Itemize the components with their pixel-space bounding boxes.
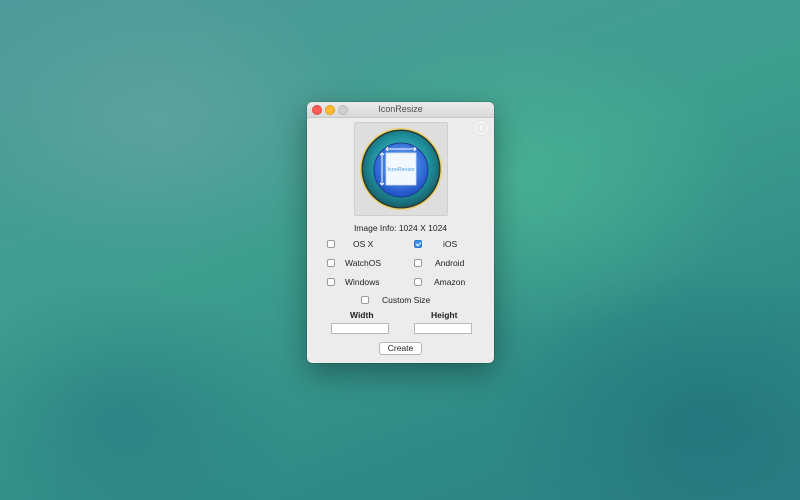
app-icon-preview: IconResize [360,128,442,210]
custom-size-label: Custom Size [382,295,431,305]
image-info-label: Image Info: 1024 X 1024 [353,223,448,233]
ios-checkbox-box[interactable] [414,240,422,248]
platform-osx-label: OS X [353,239,374,249]
platform-windows-checkbox[interactable] [327,276,335,288]
android-checkbox-box[interactable] [414,259,422,267]
platform-ios-checkbox[interactable] [414,238,422,250]
platform-ios-label: iOS [443,239,458,249]
custom-size-checkbox-box[interactable] [361,296,369,304]
width-input[interactable] [331,323,389,334]
create-button[interactable]: Create [379,342,422,355]
windows-checkbox-box[interactable] [327,278,335,286]
platform-watchos-label: WatchOS [345,258,382,268]
image-drop-well[interactable]: IconResize [354,122,448,216]
osx-checkbox-box[interactable] [327,240,335,248]
platform-amazon-checkbox[interactable] [414,276,422,288]
app-window: IconResize i IconResize Image Info: 1024… [307,102,494,363]
watchos-checkbox-box[interactable] [327,259,335,267]
width-label: Width [350,310,374,320]
platform-windows-label: Windows [345,277,380,287]
info-icon[interactable]: i [474,121,488,135]
height-input[interactable] [414,323,472,334]
platform-android-label: Android [435,258,465,268]
custom-size-checkbox[interactable] [361,294,369,306]
window-title: IconResize [378,104,423,114]
height-label: Height [431,310,458,320]
platform-watchos-checkbox[interactable] [327,257,335,269]
platform-osx-checkbox[interactable] [327,238,335,250]
amazon-checkbox-box[interactable] [414,278,422,286]
preview-badge-text: IconResize [387,167,414,173]
platform-android-checkbox[interactable] [414,257,422,269]
title-bar[interactable]: IconResize [307,102,494,118]
platform-amazon-label: Amazon [434,277,466,287]
